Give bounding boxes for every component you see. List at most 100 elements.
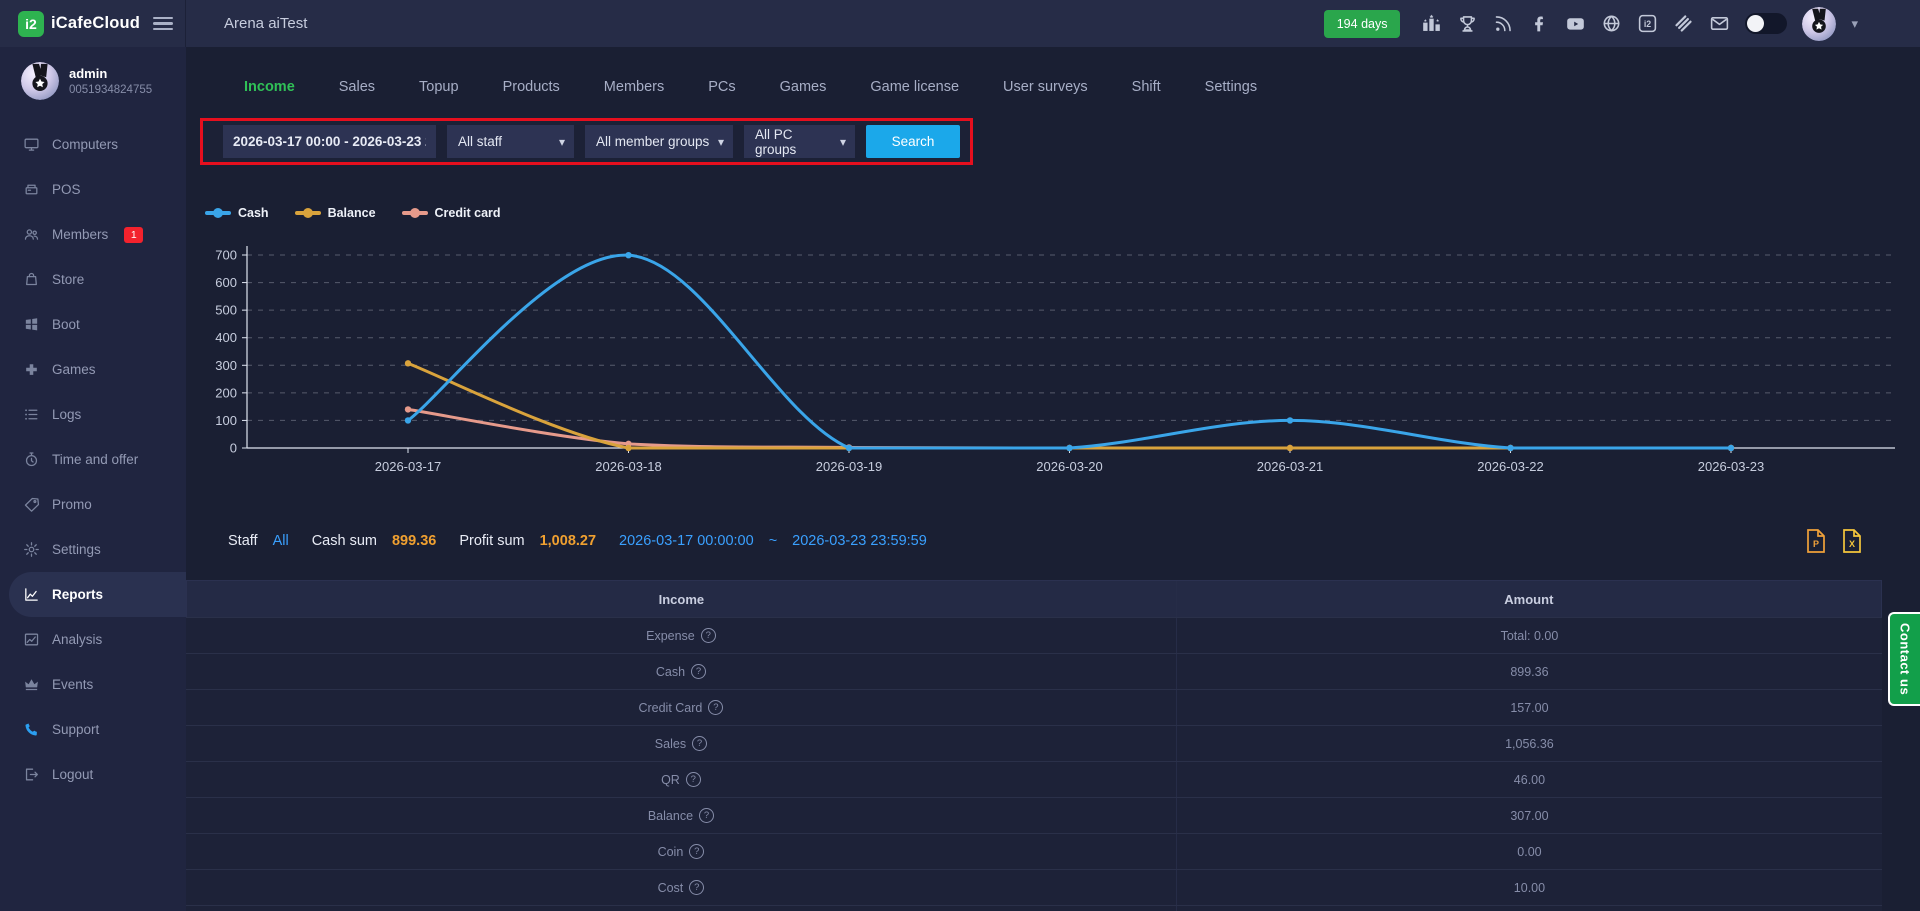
tab-shift[interactable]: Shift <box>1132 79 1161 95</box>
dark-mode-toggle[interactable] <box>1745 13 1787 34</box>
user-avatar[interactable] <box>1802 7 1836 41</box>
sidebar-item-analysis[interactable]: Analysis <box>0 617 186 662</box>
sidebar-item-time-and-offer[interactable]: Time and offer <box>0 437 186 482</box>
icafe-icon[interactable]: i2 <box>1637 13 1658 34</box>
table-row: ExpenseTotal: 0.00 <box>186 617 1882 653</box>
legend-item-credit-card[interactable]: Credit card <box>402 206 501 220</box>
mail-icon[interactable] <box>1709 13 1730 34</box>
tab-game-license[interactable]: Game license <box>870 79 959 95</box>
income-cell: Coin <box>186 834 1176 869</box>
profile-name: admin <box>69 66 152 81</box>
help-icon[interactable] <box>686 772 701 787</box>
chartline-icon <box>23 586 40 603</box>
sidebar-item-store[interactable]: Store <box>0 257 186 302</box>
sidebar-item-boot[interactable]: Boot <box>0 302 186 347</box>
legend-label: Balance <box>328 206 376 220</box>
tab-games[interactable]: Games <box>780 79 827 95</box>
tab-pcs[interactable]: PCs <box>708 79 735 95</box>
legend-marker <box>205 211 231 215</box>
brand-name: iCafeCloud <box>51 14 140 33</box>
youtube-icon[interactable] <box>1565 13 1586 34</box>
help-icon[interactable] <box>708 700 723 715</box>
pc-groups-select[interactable]: All PC groups <box>744 125 855 158</box>
globe-icon[interactable] <box>1601 13 1622 34</box>
exit-icon <box>23 766 40 783</box>
table-header: Income Amount <box>186 580 1882 617</box>
gear-icon <box>23 541 40 558</box>
hamburger-menu-icon[interactable] <box>153 17 173 31</box>
amount-cell: 1,056.36 <box>1176 726 1882 761</box>
tab-income[interactable]: Income <box>244 79 295 95</box>
help-icon[interactable] <box>699 808 714 823</box>
sidebar-item-logout[interactable]: Logout <box>0 752 186 797</box>
legend-label: Cash <box>238 206 269 220</box>
table-body: ExpenseTotal: 0.00Cash899.36Credit Card1… <box>186 617 1882 905</box>
sidebar-item-members[interactable]: Members1 <box>0 212 186 257</box>
sidebar-avatar <box>21 62 59 100</box>
income-cell: Cost <box>186 870 1176 905</box>
svg-text:2026-03-22: 2026-03-22 <box>1477 459 1544 474</box>
date-range-input[interactable] <box>223 125 436 158</box>
sidebar-item-settings[interactable]: Settings <box>0 527 186 572</box>
member-groups-select[interactable]: All member groups <box>585 125 733 158</box>
tab-user-surveys[interactable]: User surveys <box>1003 79 1088 95</box>
trophy-icon[interactable] <box>1457 13 1478 34</box>
help-icon[interactable] <box>689 880 704 895</box>
help-icon[interactable] <box>691 664 706 679</box>
rss-icon[interactable] <box>1493 13 1514 34</box>
svg-text:200: 200 <box>215 385 237 400</box>
tab-topup[interactable]: Topup <box>419 79 459 95</box>
profile[interactable]: admin 0051934824755 <box>0 47 186 110</box>
facebook-icon[interactable] <box>1529 13 1550 34</box>
profit-sum-value: 1,008.27 <box>540 533 596 549</box>
sidebar-item-support[interactable]: Support <box>0 707 186 752</box>
chevron-down-icon[interactable] <box>1851 16 1858 32</box>
search-button[interactable]: Search <box>866 125 960 158</box>
tab-settings[interactable]: Settings <box>1205 79 1257 95</box>
help-icon[interactable] <box>689 844 704 859</box>
sidebar-item-logs[interactable]: Logs <box>0 392 186 437</box>
topbar-icons: i2 <box>1421 13 1730 34</box>
pdf-export-icon[interactable]: P <box>1806 529 1826 553</box>
filter-annotation-box: All staff All member groups All PC group… <box>200 118 973 165</box>
sidebar-item-events[interactable]: Events <box>0 662 186 707</box>
tab-products[interactable]: Products <box>503 79 560 95</box>
users-icon <box>23 226 40 243</box>
table-row: Balance307.00 <box>186 797 1882 833</box>
gamepad-icon <box>23 361 40 378</box>
sidebar-item-reports[interactable]: Reports <box>9 572 186 617</box>
chevron-down-icon <box>840 135 846 149</box>
license-days-badge[interactable]: 194 days <box>1324 10 1401 38</box>
table-row: Coin0.00 <box>186 833 1882 869</box>
sidebar-item-label: Store <box>52 272 84 287</box>
contact-us-button[interactable]: Contact us <box>1888 612 1920 706</box>
amount-cell: Total: 0.00 <box>1176 618 1882 653</box>
brand[interactable]: i2 iCafeCloud <box>18 11 140 37</box>
sidebar-item-computers[interactable]: Computers <box>0 122 186 167</box>
excel-export-icon[interactable]: X <box>1842 529 1862 553</box>
tab-members[interactable]: Members <box>604 79 664 95</box>
ranking-icon[interactable] <box>1421 13 1442 34</box>
period-end: 2026-03-23 23:59:59 <box>792 533 927 549</box>
table-row: Cost10.00 <box>186 869 1882 905</box>
column-header-income: Income <box>187 581 1176 617</box>
staff-select[interactable]: All staff <box>447 125 574 158</box>
staff-filter-value[interactable]: All <box>273 533 289 549</box>
legend-item-cash[interactable]: Cash <box>205 206 269 220</box>
windows-icon <box>23 316 40 333</box>
sidebar-item-games[interactable]: Games <box>0 347 186 392</box>
summary-row: Staff All Cash sum 899.36 Profit sum 1,0… <box>186 525 1920 557</box>
help-icon[interactable] <box>692 736 707 751</box>
sidebar-item-label: Reports <box>52 587 103 602</box>
sidebar-item-pos[interactable]: POS <box>0 167 186 212</box>
svg-text:2026-03-19: 2026-03-19 <box>816 459 883 474</box>
help-icon[interactable] <box>701 628 716 643</box>
stack-icon[interactable] <box>1673 13 1694 34</box>
sidebar-item-promo[interactable]: Promo <box>0 482 186 527</box>
tab-sales[interactable]: Sales <box>339 79 375 95</box>
sidebar-item-label: Logout <box>52 767 93 782</box>
table-row-partial <box>186 905 1882 911</box>
legend-marker <box>295 211 321 215</box>
report-tabs: Income Sales Topup Products Members PCs Games G… <box>186 65 1920 109</box>
legend-item-balance[interactable]: Balance <box>295 206 376 220</box>
